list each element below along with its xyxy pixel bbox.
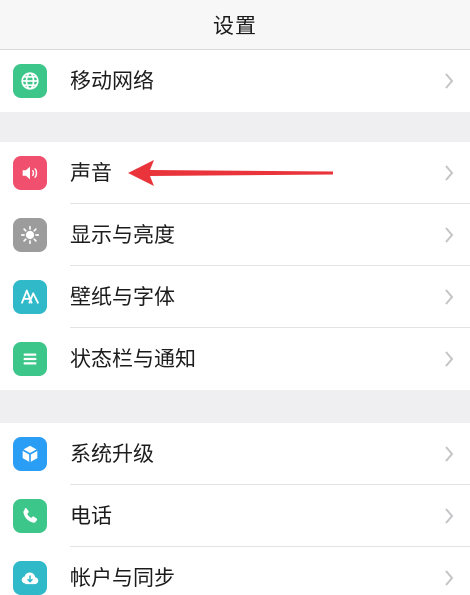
sun-icon xyxy=(13,218,47,252)
letter-a-icon xyxy=(13,280,47,314)
chevron-right-icon xyxy=(445,570,454,586)
settings-item-system-upgrade[interactable]: 系统升级 xyxy=(0,423,470,485)
chevron-right-icon xyxy=(445,227,454,243)
chevron-right-icon xyxy=(445,351,454,367)
settings-item-label: 系统升级 xyxy=(70,442,154,466)
globe-icon xyxy=(13,64,47,98)
speaker-icon xyxy=(13,156,47,190)
chevron-right-icon xyxy=(445,289,454,305)
cube-icon xyxy=(13,437,47,471)
chevron-right-icon xyxy=(445,508,454,524)
settings-group-system: 系统升级 电话 帐户与同步 xyxy=(0,423,470,595)
chevron-right-icon xyxy=(445,165,454,181)
annotation-arrow-icon xyxy=(128,160,333,186)
settings-item-display-brightness[interactable]: 显示与亮度 xyxy=(0,204,470,266)
cloud-sync-icon xyxy=(13,561,47,595)
settings-item-statusbar-notification[interactable]: 状态栏与通知 xyxy=(0,328,470,390)
page-title: 设置 xyxy=(213,13,257,38)
settings-item-label: 显示与亮度 xyxy=(70,223,175,247)
settings-item-mobile-network[interactable]: 移动网络 xyxy=(0,50,470,112)
settings-item-label: 壁纸与字体 xyxy=(70,285,175,309)
phone-icon xyxy=(13,499,47,533)
settings-item-label: 帐户与同步 xyxy=(70,566,175,590)
settings-item-wallpaper-font[interactable]: 壁纸与字体 xyxy=(0,266,470,328)
settings-item-label: 声音 xyxy=(70,161,112,185)
settings-item-label: 电话 xyxy=(70,504,112,528)
settings-group-network: 移动网络 xyxy=(0,50,470,112)
list-icon xyxy=(13,342,47,376)
chevron-right-icon xyxy=(445,446,454,462)
settings-item-label: 移动网络 xyxy=(70,69,154,93)
settings-item-account-sync[interactable]: 帐户与同步 xyxy=(0,547,470,595)
settings-item-label: 状态栏与通知 xyxy=(70,347,196,371)
settings-item-phone[interactable]: 电话 xyxy=(0,485,470,547)
title-bar: 设置 xyxy=(0,0,470,50)
chevron-right-icon xyxy=(445,73,454,89)
settings-screen: 设置 移动网络 声音 显示与亮度 壁纸与字体 状态栏与通知 系统升级 电话 帐户… xyxy=(0,0,470,595)
